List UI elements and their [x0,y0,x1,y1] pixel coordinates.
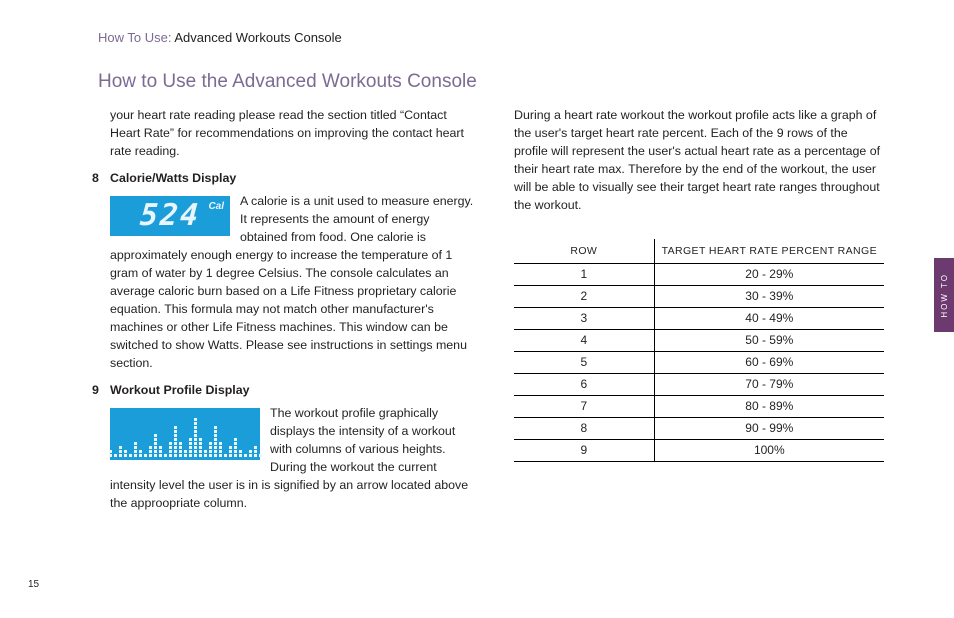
table-cell-row: 3 [514,308,655,329]
calorie-unit: Cal [208,200,224,215]
intro-paragraph-right: During a heart rate workout the workout … [514,107,884,215]
table-cell-range: 90 - 99% [655,418,884,439]
calorie-display-icon: 524 Cal [110,196,230,236]
table-cell-range: 70 - 79% [655,374,884,395]
right-column: During a heart rate workout the workout … [514,107,894,523]
breadcrumb-prefix: How To Use: [98,30,174,45]
heart-rate-table: ROW TARGET HEART RATE PERCENT RANGE 120 … [514,239,884,462]
table-cell-row: 4 [514,330,655,351]
table-row: 560 - 69% [514,352,884,374]
table-row: 890 - 99% [514,418,884,440]
table-row: 450 - 59% [514,330,884,352]
table-row: 9100% [514,440,884,462]
table-cell-row: 2 [514,286,655,307]
breadcrumb-title: Advanced Workouts Console [174,30,341,45]
section-9-title: Workout Profile Display [110,383,250,397]
table-header: ROW TARGET HEART RATE PERCENT RANGE [514,239,884,264]
section-8-head: 8 Calorie/Watts Display [110,171,480,185]
table-cell-row: 5 [514,352,655,373]
table-row: 670 - 79% [514,374,884,396]
table-cell-range: 20 - 29% [655,264,884,285]
table-row: 780 - 89% [514,396,884,418]
table-cell-range: 50 - 59% [655,330,884,351]
table-cell-range: 100% [655,440,884,461]
table-cell-range: 60 - 69% [655,352,884,373]
table-row: 340 - 49% [514,308,884,330]
breadcrumb: How To Use: Advanced Workouts Console [98,30,894,45]
table-row: 120 - 29% [514,264,884,286]
section-tab-label: HOW TO [940,273,949,318]
left-column: your heart rate reading please read the … [50,107,480,523]
workout-profile-icon [110,408,260,460]
table-cell-row: 1 [514,264,655,285]
section-8-body: 524 Cal A calorie is a unit used to meas… [110,193,480,373]
table-cell-range: 40 - 49% [655,308,884,329]
section-9-number: 9 [92,383,110,397]
table-header-row: ROW [514,239,655,263]
section-tab: HOW TO [934,258,954,332]
table-cell-row: 6 [514,374,655,395]
table-row: 230 - 39% [514,286,884,308]
page-number: 15 [28,579,39,590]
table-cell-row: 8 [514,418,655,439]
section-9-body: The workout profile graphically displays… [110,405,480,513]
table-cell-range: 80 - 89% [655,396,884,417]
table-cell-row: 9 [514,440,655,461]
calorie-value: 524 [138,194,201,238]
section-8-number: 8 [92,171,110,185]
table-header-range: TARGET HEART RATE PERCENT RANGE [655,239,884,263]
section-8-title: Calorie/Watts Display [110,171,236,185]
table-cell-range: 30 - 39% [655,286,884,307]
table-cell-row: 7 [514,396,655,417]
intro-paragraph-left: your heart rate reading please read the … [110,107,480,161]
section-9-head: 9 Workout Profile Display [110,383,480,397]
page-title: How to Use the Advanced Workouts Console [98,71,894,93]
